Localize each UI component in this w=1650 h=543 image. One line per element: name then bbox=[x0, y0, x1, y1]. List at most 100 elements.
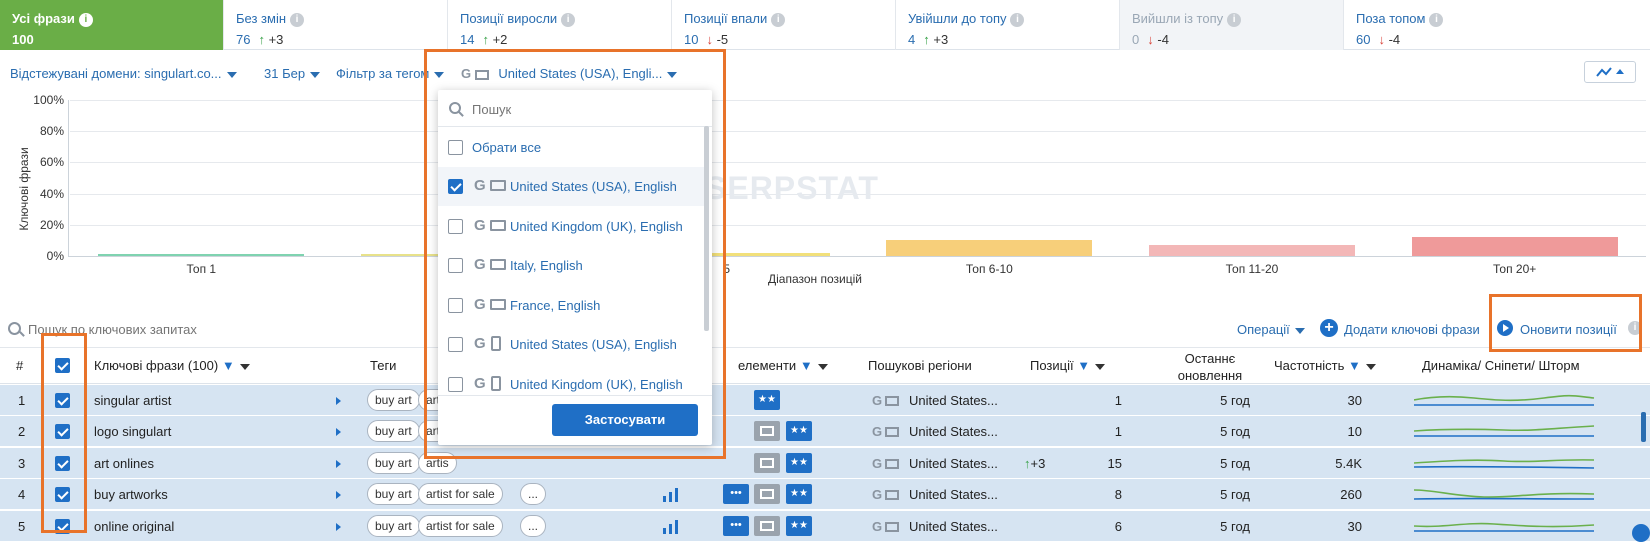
table-row[interactable]: 1singular artistbuy artartis★★GUnited St… bbox=[0, 384, 1650, 415]
tag-chip[interactable]: buy art bbox=[367, 389, 420, 411]
chart-bar-4[interactable] bbox=[1149, 245, 1355, 256]
stat-title: Вийшли із топу bbox=[1132, 11, 1224, 26]
expand-arrow-icon[interactable] bbox=[336, 491, 341, 500]
table-row[interactable]: 3 art onlines buy art artis ★★ G United States… bbox=[0, 446, 1650, 478]
y-tick-label: 0% bbox=[46, 249, 64, 263]
desktop-icon bbox=[885, 521, 899, 532]
tag-chip[interactable]: buy art bbox=[367, 420, 420, 443]
stat-all-phrases[interactable]: Усі фрази i 100 bbox=[0, 0, 224, 50]
sort-icon[interactable] bbox=[817, 363, 828, 370]
keyword-link[interactable]: art onlines bbox=[94, 456, 154, 471]
row-number: 1 bbox=[18, 393, 26, 408]
plus-icon[interactable]: + bbox=[1320, 319, 1338, 337]
info-icon[interactable]: i bbox=[771, 12, 786, 27]
col-elements[interactable]: елементи ▼ bbox=[738, 358, 828, 373]
keyword-link[interactable]: buy artworks bbox=[94, 487, 168, 502]
dynamics-sparkline[interactable] bbox=[1414, 390, 1604, 412]
tag-chip[interactable]: artist for sale bbox=[418, 514, 503, 537]
stars-icon[interactable]: ★★ bbox=[786, 484, 812, 505]
position-value: 1 bbox=[1114, 393, 1122, 408]
add-keywords-button[interactable]: Додати ключові фрази bbox=[1344, 322, 1480, 337]
snippet-icon[interactable] bbox=[754, 484, 780, 505]
stat-title: Поза топом bbox=[1356, 11, 1426, 26]
stat-left-top[interactable]: Вийшли із топу i 0 ↓ -4 bbox=[1120, 0, 1344, 50]
stars-icon[interactable]: ★★ bbox=[754, 390, 780, 410]
tag-chip[interactable]: buy art bbox=[367, 483, 420, 506]
info-icon[interactable]: i bbox=[1429, 12, 1444, 27]
x-tick-label: Топ 1 bbox=[186, 262, 217, 276]
stat-no-change[interactable]: Без змін i 76 ↑ +3 bbox=[224, 0, 448, 50]
chart-bar-3[interactable] bbox=[886, 240, 1093, 256]
tag-chip[interactable]: ... bbox=[520, 483, 547, 506]
domains-filter-label: Відстежувані домени: singulart.co... bbox=[10, 66, 222, 81]
stat-positions-down[interactable]: Позиції впали i 10 ↓ -5 bbox=[672, 0, 896, 50]
info-icon[interactable]: i bbox=[290, 12, 305, 27]
y-tick-label: 80% bbox=[39, 124, 64, 139]
snippet-icon[interactable] bbox=[754, 515, 780, 536]
table-row[interactable]: 2logo singulartbuy artartis★★GUnited Sta… bbox=[0, 415, 1650, 447]
col-positions[interactable]: Позиції ▼ bbox=[1030, 358, 1106, 373]
tag-chip[interactable]: buy art bbox=[367, 451, 420, 474]
keyword-link[interactable]: online original bbox=[94, 519, 174, 534]
filter-icon[interactable]: ▼ bbox=[222, 358, 235, 373]
col-keywords[interactable]: Ключові фрази (100) ▼ bbox=[94, 358, 250, 373]
stat-positions-up[interactable]: Позиції виросли i 14 ↑ +2 bbox=[448, 0, 672, 50]
stat-out-of-top[interactable]: Поза топом i 60 ↓ -4 bbox=[1344, 0, 1650, 50]
stat-delta: -5 bbox=[716, 31, 729, 47]
dynamics-sparkline[interactable] bbox=[1414, 421, 1604, 443]
arrow-up-icon: ↑ bbox=[923, 31, 930, 47]
stat-entered-top[interactable]: Увійшли до топу i 4 ↑ +3 bbox=[896, 0, 1120, 50]
expand-arrow-icon[interactable] bbox=[336, 459, 341, 468]
expand-arrow-icon[interactable] bbox=[336, 522, 341, 531]
stars-icon[interactable]: ★★ bbox=[786, 421, 812, 442]
chart-bar-0[interactable] bbox=[98, 254, 305, 256]
google-icon: G bbox=[872, 424, 883, 440]
keyword-link[interactable]: logo singulart bbox=[94, 424, 171, 439]
x-axis-label: Діапазон позицій bbox=[768, 272, 862, 286]
info-icon[interactable]: i bbox=[1010, 12, 1025, 27]
snippet-icon[interactable] bbox=[754, 452, 780, 473]
sort-icon[interactable] bbox=[1095, 363, 1106, 370]
info-icon[interactable]: i bbox=[78, 12, 93, 27]
keyword-link[interactable]: singular artist bbox=[94, 393, 171, 408]
expand-arrow-icon[interactable] bbox=[336, 397, 341, 405]
dynamics-sparkline[interactable] bbox=[1414, 484, 1604, 506]
filter-icon[interactable]: ▼ bbox=[1348, 358, 1361, 373]
region-value: United States... bbox=[909, 518, 998, 534]
chart-bar-5[interactable] bbox=[1411, 237, 1618, 256]
tag-chip[interactable]: ... bbox=[520, 514, 547, 537]
table-toolbar: Операції + Додати ключові фрази Оновити … bbox=[0, 316, 1650, 346]
stars-icon[interactable]: ★★ bbox=[786, 452, 812, 473]
info-icon[interactable]: i bbox=[1227, 12, 1242, 27]
last-update-value: 5 год bbox=[1220, 393, 1250, 408]
date-filter[interactable]: 31 Бер bbox=[264, 66, 321, 81]
chart-toggle-button[interactable] bbox=[1584, 61, 1636, 83]
table-row[interactable]: 4 buy artworks buy art artist for sale... ••… bbox=[0, 478, 1650, 510]
stars-icon[interactable]: ★★ bbox=[786, 515, 812, 536]
table-row[interactable]: 5 online original buy art artist for sale..… bbox=[0, 509, 1650, 541]
operations-menu[interactable]: Операції bbox=[1237, 322, 1305, 337]
frequency-value: 260 bbox=[1340, 487, 1362, 503]
dynamics-sparkline[interactable] bbox=[1414, 516, 1604, 538]
expand-arrow-icon[interactable] bbox=[336, 428, 341, 437]
x-tick-label: Топ 11-20 bbox=[1225, 262, 1279, 276]
col-frequency[interactable]: Частотність ▼ bbox=[1274, 358, 1376, 373]
filter-icon[interactable]: ▼ bbox=[1077, 358, 1090, 373]
snippet-icon[interactable] bbox=[754, 421, 780, 442]
domains-filter[interactable]: Відстежувані домени: singulart.co... bbox=[10, 66, 237, 81]
tag-chip[interactable]: artist for sale bbox=[418, 483, 503, 506]
tag-chip[interactable]: buy art bbox=[367, 514, 420, 537]
sort-icon[interactable] bbox=[239, 363, 250, 370]
serp-bars-icon[interactable] bbox=[662, 487, 680, 503]
row-number: 3 bbox=[18, 455, 26, 471]
more-elements-icon[interactable]: ••• bbox=[723, 515, 749, 536]
info-icon[interactable]: i bbox=[561, 12, 576, 27]
chat-widget-icon[interactable] bbox=[1632, 524, 1650, 542]
filter-icon[interactable]: ▼ bbox=[800, 358, 813, 373]
table-scrollbar[interactable] bbox=[1641, 412, 1646, 442]
dynamics-sparkline[interactable] bbox=[1414, 453, 1604, 475]
position-value: 15 bbox=[1107, 455, 1122, 471]
more-elements-icon[interactable]: ••• bbox=[723, 484, 749, 505]
serp-bars-icon[interactable] bbox=[662, 519, 680, 535]
sort-icon[interactable] bbox=[1365, 363, 1376, 370]
